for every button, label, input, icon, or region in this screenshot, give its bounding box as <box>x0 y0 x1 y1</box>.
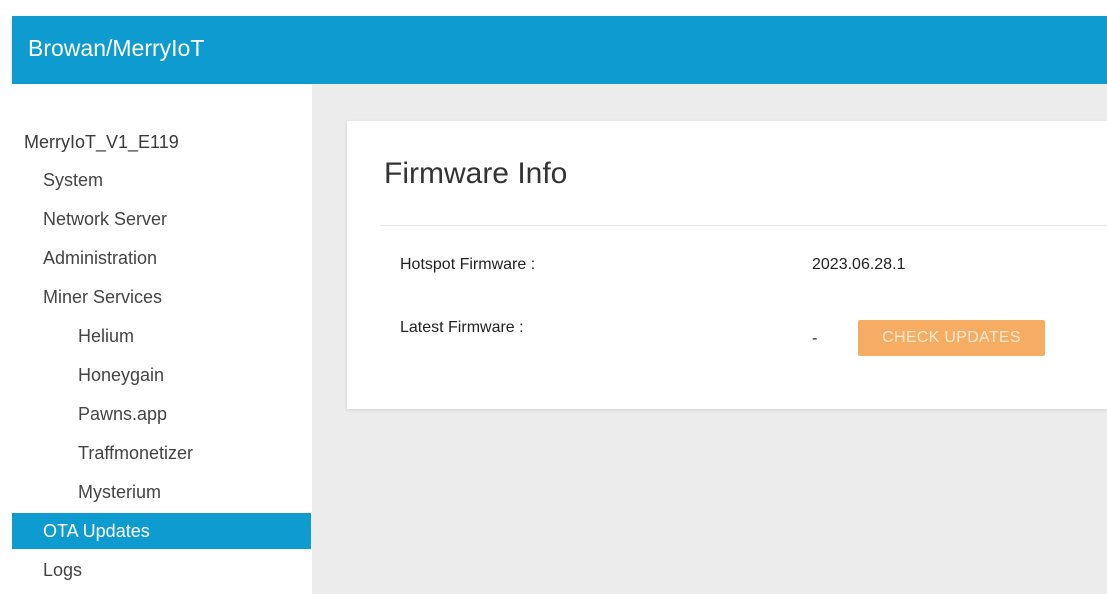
sidebar-item-ota-updates[interactable]: OTA Updates <box>12 513 311 549</box>
sidebar-item-system[interactable]: System <box>12 162 311 198</box>
sidebar-item-helium[interactable]: Helium <box>12 318 311 354</box>
sidebar-item-label: Miner Services <box>43 287 163 307</box>
sidebar-item-label: Logs <box>43 560 83 580</box>
sidebar-item-network-server[interactable]: Network Server <box>12 201 311 237</box>
card-title: Firmware Info <box>384 157 568 190</box>
sidebar-item-label: System <box>43 170 104 190</box>
sidebar-item-mysterium[interactable]: Mysterium <box>12 474 311 510</box>
sidebar-nav: MerryIoT_V1_E119 System Network Server A… <box>12 84 312 594</box>
hotspot-firmware-value: 2023.06.28.1 <box>812 256 906 273</box>
check-updates-button[interactable]: CHECK UPDATES <box>858 320 1045 356</box>
hotspot-firmware-label: Hotspot Firmware : <box>400 256 536 273</box>
sidebar-item-honeygain[interactable]: Honeygain <box>12 357 311 393</box>
brand-title: Browan/MerryIoT <box>28 35 205 61</box>
sidebar-item-logs[interactable]: Logs <box>12 552 311 588</box>
sidebar-item-label: Pawns.app <box>78 404 168 424</box>
latest-firmware-value: - <box>812 330 818 347</box>
firmware-info-card: Firmware Info Hotspot Firmware : 2023.06… <box>347 121 1107 409</box>
latest-firmware-label: Latest Firmware : <box>400 319 524 336</box>
sidebar-item-label: Honeygain <box>78 365 165 385</box>
sidebar-item-label: OTA Updates <box>43 521 150 541</box>
card-divider <box>380 225 1107 226</box>
sidebar-item-pawns-app[interactable]: Pawns.app <box>12 396 311 432</box>
app-window: Browan/MerryIoT MerryIoT_V1_E119 System … <box>0 0 1107 594</box>
sidebar-item-label: Traffmonetizer <box>78 443 194 463</box>
sidebar-item-label: Network Server <box>43 209 168 229</box>
sidebar-item-label: Mysterium <box>78 482 162 502</box>
sidebar-item-miner-services[interactable]: Miner Services <box>12 279 311 315</box>
main-content: Firmware Info Hotspot Firmware : 2023.06… <box>312 84 1107 594</box>
top-header-bar: Browan/MerryIoT <box>12 16 1107 84</box>
sidebar-item-administration[interactable]: Administration <box>12 240 311 276</box>
sidebar-item-label: Helium <box>78 326 135 346</box>
device-name[interactable]: MerryIoT_V1_E119 <box>24 132 179 153</box>
sidebar-item-traffmonetizer[interactable]: Traffmonetizer <box>12 435 311 471</box>
sidebar-item-label: Administration <box>43 248 158 268</box>
